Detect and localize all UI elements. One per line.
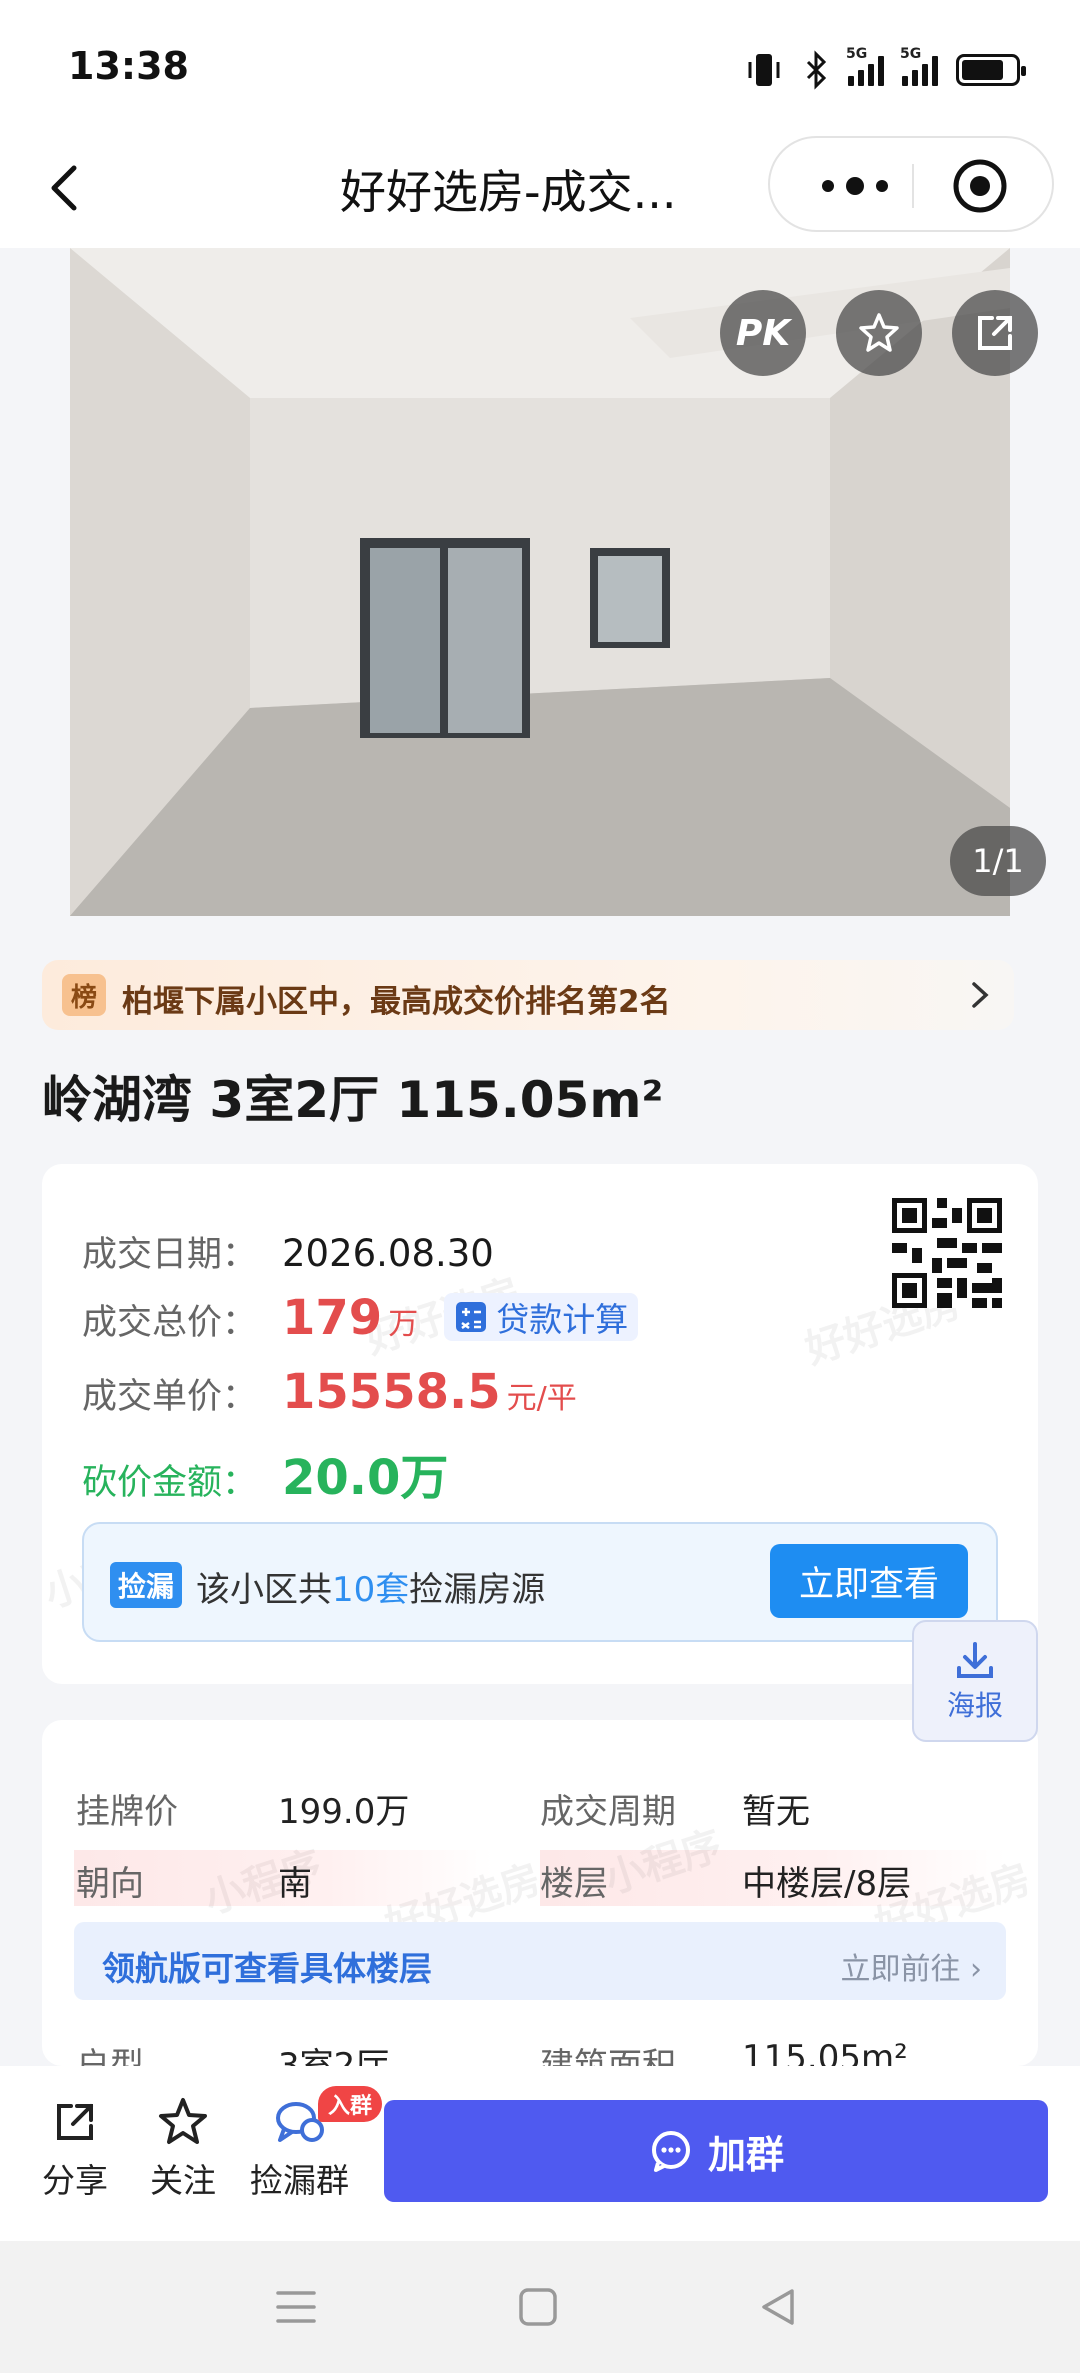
poster-button[interactable]: 海报 xyxy=(912,1620,1038,1742)
share-photo-button[interactable] xyxy=(952,290,1038,376)
layout-label: 户型 xyxy=(76,2046,144,2066)
detail-card: 小程序 好好选房 小程序 好好选房 挂牌价 199.0万 成交周期 暂无 朝向 … xyxy=(42,1720,1038,2066)
chevron-right-icon: › xyxy=(970,1952,982,1987)
battery-icon xyxy=(956,54,1026,86)
nav-bar: 好好选房-成交... xyxy=(0,130,1080,248)
orientation-label: 朝向 xyxy=(76,1864,144,1904)
view-bargains-button[interactable]: 立即查看 xyxy=(770,1544,968,1618)
bargain-count: 10套 xyxy=(332,1570,410,1610)
more-icon[interactable] xyxy=(810,156,900,216)
photo-counter: 1/1 xyxy=(950,826,1046,896)
deal-cycle-value: 暂无 xyxy=(742,1792,810,1832)
upgrade-link-label: 立即前往 xyxy=(840,1952,961,1987)
area-value: 115.05m² xyxy=(742,2038,908,2066)
signal-2-label: 5G xyxy=(900,46,922,62)
deal-date-label: 成交日期： xyxy=(82,1235,258,1275)
signal-1-label: 5G xyxy=(846,46,868,62)
deal-total-unit: 万 xyxy=(388,1307,419,1342)
deal-unit-price-row: 成交单价： 15558.5 元/平 xyxy=(82,1364,577,1420)
upgrade-link[interactable]: 立即前往 › xyxy=(840,1944,982,1988)
orientation-value: 南 xyxy=(278,1864,312,1904)
battery-fill xyxy=(962,60,1003,80)
home-icon[interactable] xyxy=(516,2285,560,2329)
deal-date-value: 2026.08.30 xyxy=(282,1232,494,1275)
page-title: 好好选房-成交... xyxy=(340,165,677,219)
bluetooth-icon xyxy=(806,50,827,90)
ranking-tag: 榜 xyxy=(62,974,106,1016)
chat-icon xyxy=(651,2131,690,2172)
poster-label: 海报 xyxy=(946,1689,1003,1722)
loan-calculator-button[interactable]: 贷款计算 xyxy=(444,1293,639,1341)
join-group-label: 加群 xyxy=(707,2132,784,2177)
status-time: 13:38 xyxy=(68,44,189,88)
signal-2-icon: 5G xyxy=(900,46,938,86)
upgrade-text: 领航版可查看具体楼层 xyxy=(102,1949,432,1988)
share-label: 分享 xyxy=(42,2161,108,2200)
follow-label: 关注 xyxy=(150,2161,216,2200)
deal-unit-price-label: 成交单价： xyxy=(82,1377,258,1417)
vibrate-icon xyxy=(748,54,780,86)
share-tab[interactable]: 分享 xyxy=(42,2096,108,2202)
price-cut-label: 砍价金额： xyxy=(82,1463,258,1503)
bargain-text-after: 捡漏房源 xyxy=(409,1570,546,1610)
status-icons: 5G 5G xyxy=(744,46,1026,90)
bargain-group-label: 捡漏群 xyxy=(250,2161,349,2200)
bargain-banner: 捡漏 该小区共10套捡漏房源 立即查看 xyxy=(82,1522,998,1642)
deal-total-row: 成交总价： 179 万 贷款计算 xyxy=(82,1290,639,1346)
deal-total-label: 成交总价： xyxy=(82,1303,258,1343)
bargain-text: 该小区共10套捡漏房源 xyxy=(196,1562,545,1611)
calculator-icon xyxy=(456,1302,487,1332)
house-title: 岭湖湾 3室2厅 115.05m² xyxy=(42,1071,664,1129)
ranking-text: 柏堰下属小区中，最高成交价排名第2名 xyxy=(122,984,671,1020)
bargain-tag: 捡漏 xyxy=(110,1562,182,1608)
join-group-button[interactable]: 加群 xyxy=(384,2100,1048,2202)
status-bar: 13:38 5G 5G xyxy=(0,0,1080,130)
upgrade-banner[interactable]: 领航版可查看具体楼层 立即前往 › xyxy=(74,1922,1006,2000)
download-icon xyxy=(957,1642,993,1678)
menu-icon[interactable] xyxy=(274,2285,318,2329)
listing-price-value: 199.0万 xyxy=(278,1792,410,1832)
deal-total-value: 179 xyxy=(282,1290,383,1346)
back-nav-icon[interactable] xyxy=(756,2285,800,2329)
floor-label: 楼层 xyxy=(540,1864,608,1904)
deal-card: 好好选房 好好选房 小程序 小程序 成交日期： 2026.08.30 成交总价：… xyxy=(39,1164,1038,1684)
floor-value: 中楼层/8层 xyxy=(742,1864,912,1904)
deal-cycle-label: 成交周期 xyxy=(540,1792,676,1832)
star-icon xyxy=(159,2098,207,2144)
listing-price-label: 挂牌价 xyxy=(76,1792,178,1832)
capsule-divider xyxy=(912,164,914,208)
share-icon xyxy=(57,2104,93,2140)
bargain-text-before: 该小区共 xyxy=(196,1570,332,1610)
price-cut-value: 20.0万 xyxy=(282,1450,449,1506)
bottom-action-bar: 分享 关注 捡漏群 入群 加群 xyxy=(0,2066,1080,2241)
layout-value: 3室2厅 xyxy=(278,2046,390,2066)
ranking-banner[interactable]: 榜 柏堰下属小区中，最高成交价排名第2名 xyxy=(42,960,1014,1030)
deal-unit-price-unit: 元/平 xyxy=(506,1381,577,1416)
pk-compare-button[interactable]: PK xyxy=(720,290,806,376)
deal-date-row: 成交日期： 2026.08.30 xyxy=(82,1226,494,1277)
chevron-right-icon xyxy=(972,982,989,1008)
join-badge: 入群 xyxy=(318,2086,383,2122)
qr-code-icon[interactable] xyxy=(892,1198,1002,1308)
price-cut-row: 砍价金额： 20.0万 xyxy=(82,1438,448,1508)
signal-1-icon: 5G xyxy=(846,46,884,86)
back-icon[interactable] xyxy=(36,158,96,218)
share-icon xyxy=(978,316,1012,350)
deal-unit-price-value: 15558.5 xyxy=(282,1364,501,1420)
favorite-button[interactable] xyxy=(836,290,922,376)
close-program-icon[interactable] xyxy=(950,156,1010,216)
mini-program-capsule xyxy=(768,136,1054,232)
area-label: 建筑面积 xyxy=(540,2046,676,2066)
loan-calculator-label: 贷款计算 xyxy=(496,1300,629,1339)
system-nav-bar xyxy=(0,2241,1080,2373)
follow-tab[interactable]: 关注 xyxy=(150,2096,216,2202)
star-icon xyxy=(859,313,899,352)
